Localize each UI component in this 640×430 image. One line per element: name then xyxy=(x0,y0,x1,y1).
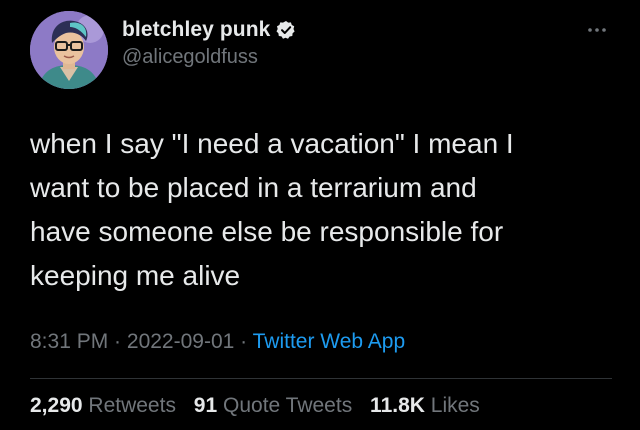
tweet-time[interactable]: 8:31 PM xyxy=(30,330,108,353)
meta-separator: · xyxy=(108,330,127,353)
divider xyxy=(30,378,612,379)
retweets-count: 2,290 xyxy=(30,394,83,417)
likes-stat[interactable]: 11.8K Likes xyxy=(370,394,480,417)
retweets-stat[interactable]: 2,290 Retweets xyxy=(30,394,176,417)
quote-tweets-count: 91 xyxy=(193,394,218,417)
tweet-source-link[interactable]: Twitter Web App xyxy=(253,330,406,353)
tweet-card: bletchley punk @alicegoldfuss when I say… xyxy=(0,0,640,430)
meta-separator: · xyxy=(234,330,253,353)
verified-badge-icon xyxy=(276,20,296,40)
tweet-stats: 2,290 Retweets 91 Quote Tweets 11.8K Lik… xyxy=(30,394,492,418)
likes-label: Likes xyxy=(430,394,480,417)
author-name-row: bletchley punk xyxy=(122,18,296,42)
author-handle[interactable]: @alicegoldfuss xyxy=(122,46,258,69)
more-options-icon[interactable] xyxy=(586,22,608,32)
author-display-name[interactable]: bletchley punk xyxy=(122,18,270,42)
tweet-text: when I say "I need a vacation" I mean I … xyxy=(30,128,514,291)
retweets-label: Retweets xyxy=(88,394,176,417)
quote-tweets-stat[interactable]: 91 Quote Tweets xyxy=(194,394,352,417)
quote-tweets-label: Quote Tweets xyxy=(223,394,353,417)
avatar[interactable] xyxy=(30,11,108,89)
tweet-meta: 8:31 PM · 2022-09-01 · Twitter Web App xyxy=(30,330,405,354)
likes-count: 11.8K xyxy=(370,394,425,417)
tweet-date[interactable]: 2022-09-01 xyxy=(127,330,234,353)
